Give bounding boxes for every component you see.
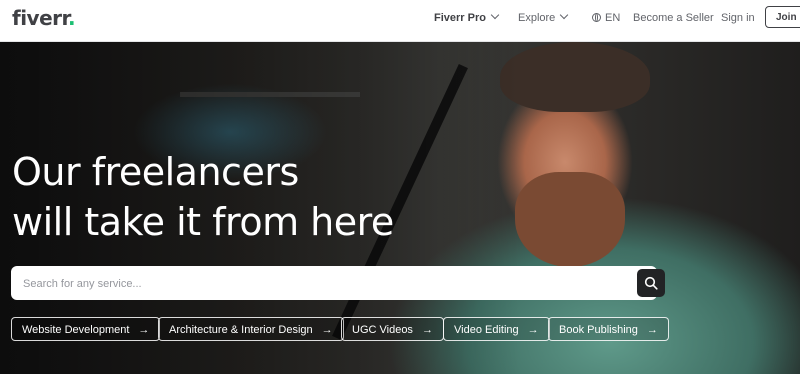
chip-label: Video Editing: [454, 324, 519, 336]
chip-website-development[interactable]: Website Development →: [11, 317, 161, 341]
nav-become-seller[interactable]: Become a Seller: [633, 12, 714, 24]
chevron-down-icon: [560, 10, 569, 20]
chip-label: Book Publishing: [559, 324, 638, 336]
chip-ugc-videos[interactable]: UGC Videos →: [341, 317, 444, 341]
search-input[interactable]: [21, 266, 615, 302]
chevron-down-icon: [490, 10, 500, 20]
hero-headline-line1: Our freelancers: [12, 150, 299, 194]
nav-fiverr-pro[interactable]: Fiverr Pro: [434, 10, 500, 24]
chip-video-editing[interactable]: Video Editing →: [443, 317, 550, 341]
chip-book-publishing[interactable]: Book Publishing →: [548, 317, 669, 341]
search-icon: [644, 276, 658, 290]
join-button[interactable]: Join: [765, 6, 800, 28]
nav-explore-label: Explore: [518, 12, 556, 24]
hero-headline: Our freelancers will take it from here: [12, 147, 394, 247]
hero-headline-line2: will take it from here: [12, 200, 394, 244]
fiverr-logo[interactable]: fiverr.: [12, 6, 76, 30]
arrow-right-icon: →: [527, 324, 539, 336]
nav-language-label: EN: [605, 12, 621, 24]
chip-label: Website Development: [22, 324, 130, 336]
globe-icon: [592, 13, 601, 22]
hero-banner: Our freelancers will take it from here W…: [0, 42, 800, 374]
chip-architecture-interior-design[interactable]: Architecture & Interior Design →: [158, 317, 344, 341]
arrow-right-icon: →: [421, 324, 433, 336]
nav-language[interactable]: EN: [592, 12, 620, 24]
top-navbar: fiverr. Fiverr Pro Explore EN Become a S…: [0, 0, 800, 42]
arrow-right-icon: →: [646, 324, 658, 336]
nav-explore[interactable]: Explore: [518, 10, 569, 24]
search-button[interactable]: [637, 269, 665, 297]
arrow-right-icon: →: [321, 324, 333, 336]
chip-label: Architecture & Interior Design: [169, 324, 313, 336]
arrow-right-icon: →: [138, 324, 150, 336]
chip-label: UGC Videos: [352, 324, 413, 336]
search-bar: [11, 266, 665, 302]
nav-sign-in[interactable]: Sign in: [721, 12, 755, 24]
nav-fiverr-pro-label: Fiverr Pro: [434, 12, 486, 24]
